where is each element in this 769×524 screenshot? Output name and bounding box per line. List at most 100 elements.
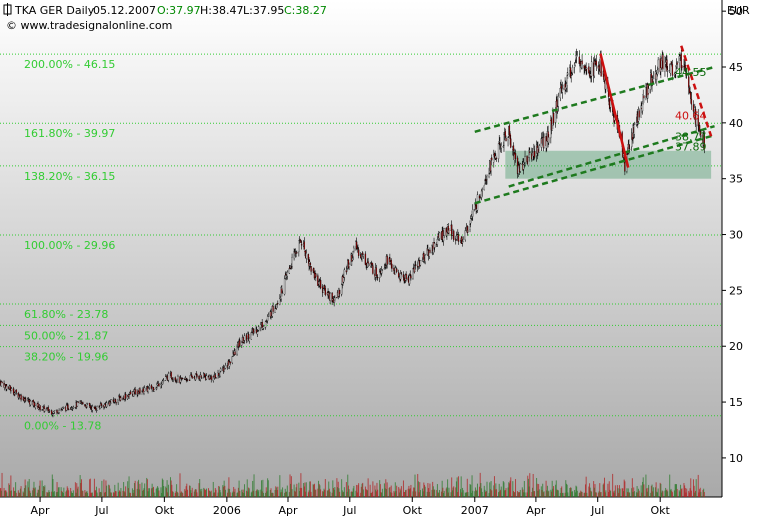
candle-body-77 — [72, 408, 74, 410]
candle-body-372 — [352, 251, 354, 257]
candle-body-123 — [115, 402, 117, 404]
candle-body-291 — [275, 304, 278, 309]
candle-body-481 — [456, 234, 458, 237]
volume-bar-328 — [310, 491, 312, 497]
volume-bar-348 — [329, 491, 331, 497]
candle-body-546 — [518, 164, 520, 167]
price-chart: 200.00% - 46.15 161.80% - 39.97 138.20% - … — [0, 0, 750, 517]
candle-body-300 — [284, 275, 286, 279]
candle-body-414 — [393, 267, 395, 271]
candle-body-713 — [676, 62, 678, 65]
volume-bar-133 — [125, 486, 127, 497]
candle-body-470 — [446, 231, 448, 236]
volume-bar-278 — [263, 492, 265, 497]
candle-body-203 — [191, 376, 193, 379]
volume-bar-698 — [662, 491, 664, 497]
candle-body-14 — [12, 388, 15, 394]
volume-bar-173 — [163, 486, 165, 497]
candle-body-674 — [640, 105, 642, 118]
volume-bar-498 — [472, 490, 474, 497]
volume-bar-298 — [282, 487, 284, 497]
candle-body-274 — [260, 324, 262, 328]
candle-body-288 — [272, 305, 274, 312]
volume-bar-263 — [248, 488, 250, 497]
volume-bar-638 — [605, 490, 607, 497]
candle-body-488 — [462, 239, 464, 242]
volume-bar-413 — [391, 492, 393, 497]
candle-body-513 — [486, 175, 488, 180]
volume-bar-393 — [372, 481, 374, 497]
candle-body-315 — [298, 238, 301, 240]
candle-body-138 — [129, 391, 132, 395]
price-label-1: 40.64 — [675, 110, 707, 123]
volume-bar-741 — [703, 492, 705, 497]
candle-body-166 — [156, 383, 159, 386]
volume-bar-423 — [400, 486, 402, 497]
candle-body-188 — [177, 376, 179, 383]
volume-bar-718 — [681, 488, 683, 497]
candle-body-365 — [346, 268, 348, 272]
candle-body-254 — [241, 342, 243, 346]
candle-body-603 — [571, 66, 574, 74]
volume-bar-103 — [96, 492, 98, 497]
candle-body-173 — [163, 380, 165, 382]
candle-body-509 — [483, 185, 485, 191]
fib-label-6: 38.20% - 19.96 — [24, 351, 108, 364]
candle-body-233 — [220, 368, 222, 372]
candle-body-118 — [110, 399, 113, 404]
y-tick-label-5: 35 — [729, 173, 743, 186]
candle-body-209 — [198, 376, 200, 380]
volume-bar-303 — [286, 485, 288, 497]
candle-body-518 — [491, 157, 493, 161]
volume-bar-238 — [224, 489, 226, 497]
candle-body-260 — [246, 338, 248, 342]
candle-body-514 — [488, 173, 490, 177]
volume-bar-458 — [434, 489, 436, 497]
candle-body-338 — [319, 280, 322, 289]
candle-body-264 — [250, 332, 252, 340]
candle-body-483 — [457, 234, 460, 242]
volume-bar-418 — [396, 485, 398, 497]
candle-body-342 — [324, 285, 326, 289]
candle-body-308 — [291, 257, 293, 267]
volume-bar-453 — [429, 483, 431, 497]
candle-body-328 — [310, 266, 312, 272]
candle-body-307 — [290, 266, 293, 268]
x-tick-label-10: Okt — [651, 504, 671, 517]
volume-bar-18 — [15, 492, 17, 497]
volume-bar-398 — [377, 489, 379, 497]
volume-bar-93 — [87, 492, 89, 497]
candle-body-28 — [25, 399, 27, 401]
volume-bar-618 — [586, 492, 588, 497]
volume-bar-13 — [11, 490, 13, 497]
volume-bar-83 — [77, 486, 79, 497]
candle-body-183 — [172, 378, 174, 380]
candle-body-303 — [286, 271, 288, 277]
chart-container: 200.00% - 46.15 161.80% - 39.97 138.20% - … — [0, 0, 769, 520]
candle-body-592 — [561, 88, 564, 93]
volume-bar-683 — [648, 484, 650, 497]
candle-body-431 — [408, 275, 411, 284]
volume-bar-338 — [320, 489, 322, 497]
candle-body-163 — [153, 389, 155, 392]
volume-bar-523 — [496, 489, 498, 497]
candle-body-152 — [143, 391, 145, 394]
candle-body-597 — [566, 75, 568, 86]
candle-body-556 — [527, 156, 530, 166]
symbol-label: TKA GER Daily — [14, 4, 95, 17]
volume-bar-8 — [6, 492, 8, 497]
candle-body-398 — [376, 276, 379, 279]
candle-body-499 — [474, 203, 476, 210]
volume-bar-428 — [405, 489, 407, 497]
candle-body-359 — [340, 284, 343, 295]
fib-label-2: 138.20% - 36.15 — [24, 170, 115, 183]
fib-label-7: 0.00% - 13.78 — [24, 420, 101, 433]
candle-body-333 — [315, 273, 317, 277]
volume-bar-723 — [686, 488, 688, 497]
candle-body-358 — [338, 289, 341, 294]
volume-bar-108 — [101, 480, 103, 497]
candle-body-375 — [355, 241, 358, 250]
candle-body-153 — [144, 387, 146, 392]
candle-body-383 — [362, 254, 365, 256]
candle-body-45 — [42, 406, 44, 410]
